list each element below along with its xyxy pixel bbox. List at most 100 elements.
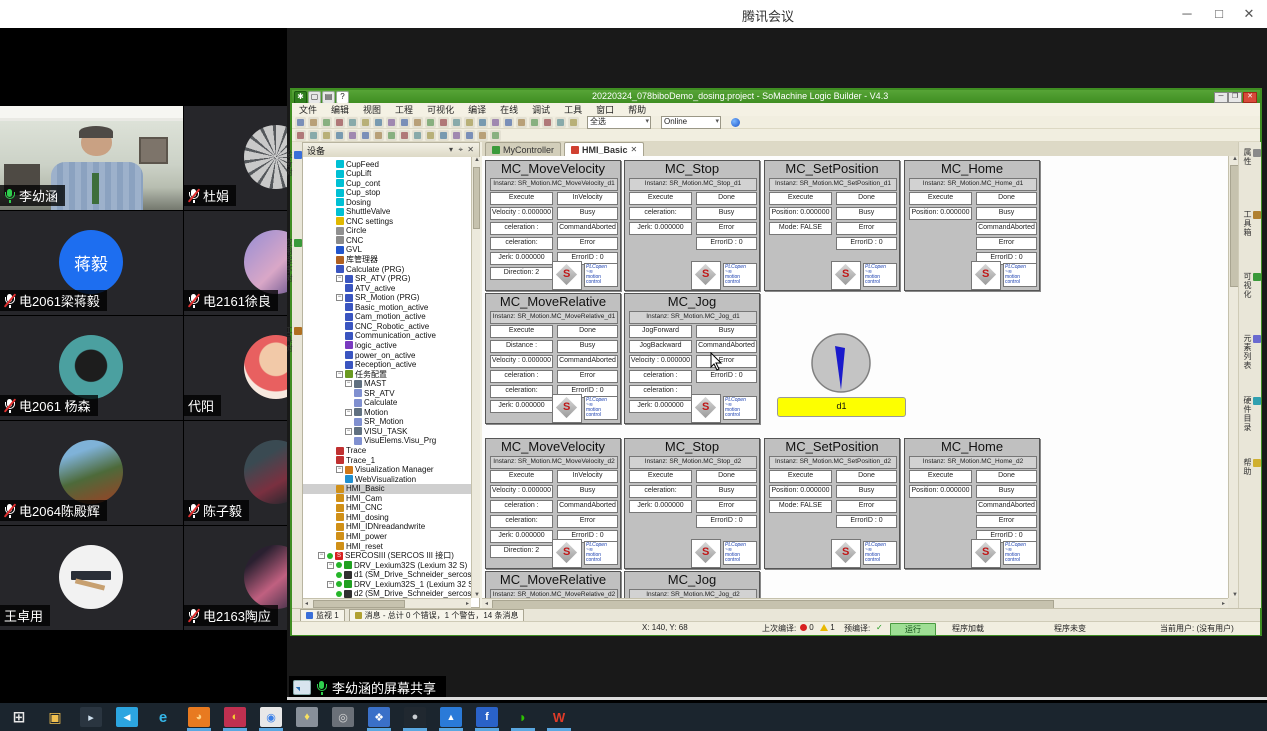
participant-tile[interactable]: 蒋毅电2061梁蒋毅 [0,211,183,315]
fb-pin-input[interactable]: Execute [629,192,692,205]
fb-pin-input[interactable]: Position: 0.000000 [909,485,972,498]
tree-item[interactable]: Dosing [303,197,371,207]
fb-pin-input[interactable]: celeration : 1000.0000 [490,222,553,235]
fb-pin-input[interactable]: Velocity : 0.000000 [490,355,553,368]
fb-pin-input[interactable]: JogForward [629,325,692,338]
tree-item[interactable]: 库管理器 [303,255,378,265]
tree-expander[interactable]: − [345,380,352,387]
fb-pin-input[interactable]: celeration : 1000.0000 [629,385,692,398]
toolbar-icon-run[interactable] [490,117,501,128]
participant-tile[interactable]: 电2161徐良 [184,211,287,315]
tree-item[interactable]: HMI_Basic [303,484,471,494]
fb-pin-output[interactable]: Done [557,325,618,338]
tree-item[interactable]: power_on_active [303,350,415,360]
fb-pin-output[interactable]: Error [696,355,757,368]
camera-app-icon[interactable]: ◎ [332,707,354,727]
tree-expander[interactable]: − [345,428,352,435]
fb-pin-input[interactable]: Distance : 0.000000 [490,340,553,353]
tree-item[interactable]: Circle [303,226,366,236]
fb-pin-input[interactable]: Jerk: 0.000000 [490,252,553,265]
chrome-icon[interactable]: ◉ [260,707,282,727]
menu-文件[interactable]: 文件 [292,103,324,116]
fb-pin-output[interactable]: ErrorID : 0 [696,515,757,528]
wechat-icon[interactable]: ◗ [512,707,534,727]
fb-pin-output[interactable]: ErrorID : 0 [836,237,897,250]
file-explorer-icon[interactable]: ▣ [44,707,66,727]
fb-pin-input[interactable]: Jerk: 0.000000 [629,400,692,413]
fb-pin-input[interactable]: celeration: 1000.0000 [629,207,692,220]
toolbar-icon-build[interactable] [451,117,462,128]
visu-toolbar-icon-send-back[interactable] [425,130,436,141]
bottom-tab[interactable]: 消息 - 总计 0 个错误，1 个警告，14 条消息 [349,609,525,622]
participant-tile[interactable]: 电2061 杨森 [0,316,183,420]
visu-toolbar-icon-bring-front[interactable] [412,130,423,141]
fb-pin-input[interactable]: celeration: 1000.0000 [490,385,553,398]
visu-toolbar-icon-background[interactable] [477,130,488,141]
fb-pin-output[interactable]: CommandAborted [557,500,618,513]
tree-item[interactable]: HMI_IDNreadandwrite [303,522,425,532]
fb-pin-output[interactable]: Error [836,500,897,513]
tree-item[interactable]: −任务配置 [303,369,387,379]
menu-工程[interactable]: 工程 [388,103,420,116]
tree-item[interactable]: Cup_cont [303,178,380,188]
fb-pin-input[interactable]: Velocity : 0.000000 [490,485,553,498]
menu-视图[interactable]: 视图 [356,103,388,116]
color-wheel-app-icon[interactable]: ◐ [224,707,246,727]
panel-pin-icon[interactable]: ⌖ [458,145,463,155]
visu-toolbar-icon-layers[interactable] [490,130,501,141]
fb-pin-output[interactable]: Done [976,470,1037,483]
panel-tab-工具箱[interactable]: 工具箱 [1239,210,1261,237]
visu-toolbar-icon-grid[interactable] [438,130,449,141]
fb-pin-input[interactable]: celeration: 1000.0000 [490,237,553,250]
participant-tile[interactable]: 李幼涵 [0,106,183,210]
tree-item[interactable]: CNC_Robotic_active [303,321,429,331]
tree-item[interactable]: Calculate [303,398,397,408]
fb-pin-output[interactable]: Busy [696,207,757,220]
fb-pin-input[interactable]: Jerk: 0.000000 [490,530,553,543]
tree-item[interactable]: Communication_active [303,331,436,341]
menu-调试[interactable]: 调试 [525,103,557,116]
visu-toolbar-icon-align-left[interactable] [321,130,332,141]
somachine-close-button[interactable]: ✕ [1243,92,1257,103]
tree-expander[interactable]: − [336,371,343,378]
fb-pin-input[interactable]: Execute [490,325,553,338]
tree-item[interactable]: −SR_ATV (PRG) [303,274,410,284]
menu-编译[interactable]: 编译 [461,103,493,116]
tree-item[interactable]: −SR_Motion (PRG) [303,293,419,303]
participant-tile[interactable]: 电2163陶应 [184,526,287,630]
toolbar-icon-force[interactable] [568,117,579,128]
fb-pin-output[interactable]: Error [976,237,1037,250]
fb-pin-output[interactable]: CommandAborted [696,340,757,353]
visu-toolbar-icon-align-center[interactable] [334,130,345,141]
tree-item[interactable]: Trace [303,446,366,456]
visu-toolbar-icon-move[interactable] [308,130,319,141]
axis-select-button[interactable]: d1 [777,397,906,417]
tree-item[interactable]: Trace_1 [303,455,375,465]
online-mode-combo[interactable]: Online [661,116,721,129]
visu-toolbar-icon-select[interactable] [295,130,306,141]
toolbar-icon-print[interactable] [295,117,306,128]
close-button[interactable]: ✕ [1238,4,1260,24]
menu-在线[interactable]: 在线 [493,103,525,116]
fb-pin-output[interactable]: CommandAborted [557,222,618,235]
idea-lamp-app-icon[interactable]: ♦ [296,707,318,727]
visu-toolbar-icon-align-right[interactable] [347,130,358,141]
menu-工具[interactable]: 工具 [557,103,589,116]
visu-toolbar-icon-zoom-out[interactable] [464,130,475,141]
fb-pin-output[interactable]: Busy [976,207,1037,220]
fb-pin-output[interactable]: Error [557,237,618,250]
fb-pin-input[interactable]: Execute [769,192,832,205]
menu-编辑[interactable]: 编辑 [324,103,356,116]
scope-combo[interactable]: 全选 [587,116,651,129]
tree-expander[interactable]: − [327,562,334,569]
tree-expander[interactable]: − [345,409,352,416]
fb-pin-input[interactable]: Position: 0.000000 [769,207,832,220]
fb-pin-output[interactable]: Busy [557,485,618,498]
photos-app-icon[interactable]: ▲ [440,707,462,727]
tree-item[interactable]: SR_ATV [303,388,395,398]
fb-pin-output[interactable]: Done [696,192,757,205]
internet-explorer-icon[interactable]: e [152,707,174,727]
fb-pin-output[interactable]: ErrorID : 0 [696,370,757,383]
fb-pin-input[interactable]: Mode: FALSE [769,500,832,513]
tree-item[interactable]: CupLift [303,169,371,179]
